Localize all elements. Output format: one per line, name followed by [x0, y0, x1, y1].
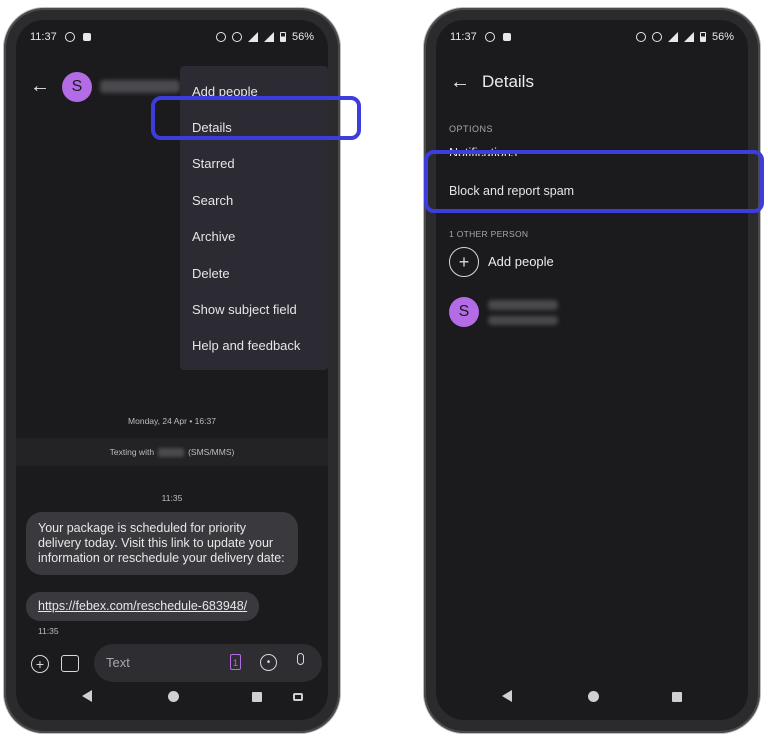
- status-time: 11:37: [30, 31, 57, 43]
- sms-mms-label: (SMS/MMS): [188, 447, 235, 457]
- menu-item-show-subject-field[interactable]: Show subject field: [192, 302, 297, 317]
- sent-time: 11:35: [38, 626, 59, 636]
- emoji-icon[interactable]: •: [260, 654, 277, 671]
- whatsapp-icon: [484, 32, 495, 42]
- menu-item-search[interactable]: Search: [192, 193, 233, 208]
- menu-item-help-and-feedback[interactable]: Help and feedback: [192, 338, 300, 353]
- whatsapp-icon: [64, 32, 75, 42]
- add-attachment-icon[interactable]: +: [31, 655, 49, 673]
- battery-icon: [279, 32, 286, 42]
- texting-banner: Texting with (SMS/MMS): [16, 438, 328, 466]
- menu-item-delete[interactable]: Delete: [192, 266, 230, 281]
- wifi-icon: [247, 32, 258, 42]
- options-header: OPTIONS: [449, 124, 494, 134]
- contact-name-redacted: [488, 300, 558, 310]
- battery-icon: [699, 32, 706, 42]
- message-text: Your package is scheduled for priority d…: [38, 521, 285, 565]
- message-link[interactable]: https://febex.com/reschedule-683948/: [38, 599, 247, 613]
- add-people-icon[interactable]: +: [449, 247, 479, 277]
- message-time: 11:35: [161, 493, 183, 503]
- nav-home-icon[interactable]: [168, 691, 179, 702]
- status-bar: 11:37 56%: [16, 20, 328, 54]
- game-icon: [502, 33, 511, 41]
- avatar[interactable]: S: [62, 72, 92, 102]
- alarm-icon: [215, 32, 226, 42]
- contact-name-redacted: [100, 80, 180, 93]
- page-title: Details: [482, 72, 534, 91]
- battery-level: 56%: [291, 31, 314, 43]
- block-highlight: [424, 150, 764, 213]
- right-phone: 11:37 56% ← Details OPTIONS Notification…: [424, 8, 760, 733]
- status-time: 11:37: [450, 31, 477, 43]
- contact-avatar[interactable]: S: [449, 297, 479, 327]
- microphone-icon[interactable]: [297, 653, 304, 665]
- nav-bar: [16, 674, 328, 720]
- nav-recents-icon[interactable]: [672, 692, 682, 702]
- texting-with-label: Texting with: [109, 447, 155, 457]
- vibrate-icon: [231, 32, 242, 42]
- signal-icon: [683, 32, 694, 42]
- sim-badge[interactable]: 1: [230, 654, 241, 670]
- menu-item-starred[interactable]: Starred: [192, 156, 235, 171]
- composer-placeholder: Text: [106, 655, 130, 670]
- message-bubble[interactable]: Your package is scheduled for priority d…: [26, 512, 298, 575]
- right-screen: 11:37 56% ← Details OPTIONS Notification…: [436, 20, 748, 720]
- menu-item-archive[interactable]: Archive: [192, 229, 235, 244]
- date-divider: Monday, 24 Apr • 16:37: [128, 416, 216, 426]
- people-header: 1 OTHER PERSON: [449, 229, 529, 239]
- game-icon: [82, 33, 91, 41]
- wifi-icon: [667, 32, 678, 42]
- nav-back-icon[interactable]: [502, 690, 512, 702]
- phone-number-redacted: [158, 447, 185, 457]
- nav-back-icon[interactable]: [82, 690, 92, 702]
- signal-icon: [263, 32, 274, 42]
- nav-recents-icon[interactable]: [252, 692, 262, 702]
- back-arrow-icon[interactable]: ←: [450, 72, 470, 92]
- nav-home-icon[interactable]: [588, 691, 599, 702]
- vibrate-icon: [651, 32, 662, 42]
- details-highlight: [151, 96, 361, 140]
- add-people-label[interactable]: Add people: [488, 254, 554, 269]
- gallery-icon[interactable]: [61, 655, 79, 672]
- rotate-icon[interactable]: [293, 693, 303, 701]
- link-bubble[interactable]: https://febex.com/reschedule-683948/: [26, 592, 260, 621]
- back-arrow-icon[interactable]: ←: [30, 76, 50, 96]
- status-bar: 11:37 56%: [436, 20, 748, 54]
- contact-number-redacted: [488, 316, 558, 325]
- battery-level: 56%: [711, 31, 734, 43]
- nav-bar: [436, 674, 748, 720]
- alarm-icon: [635, 32, 646, 42]
